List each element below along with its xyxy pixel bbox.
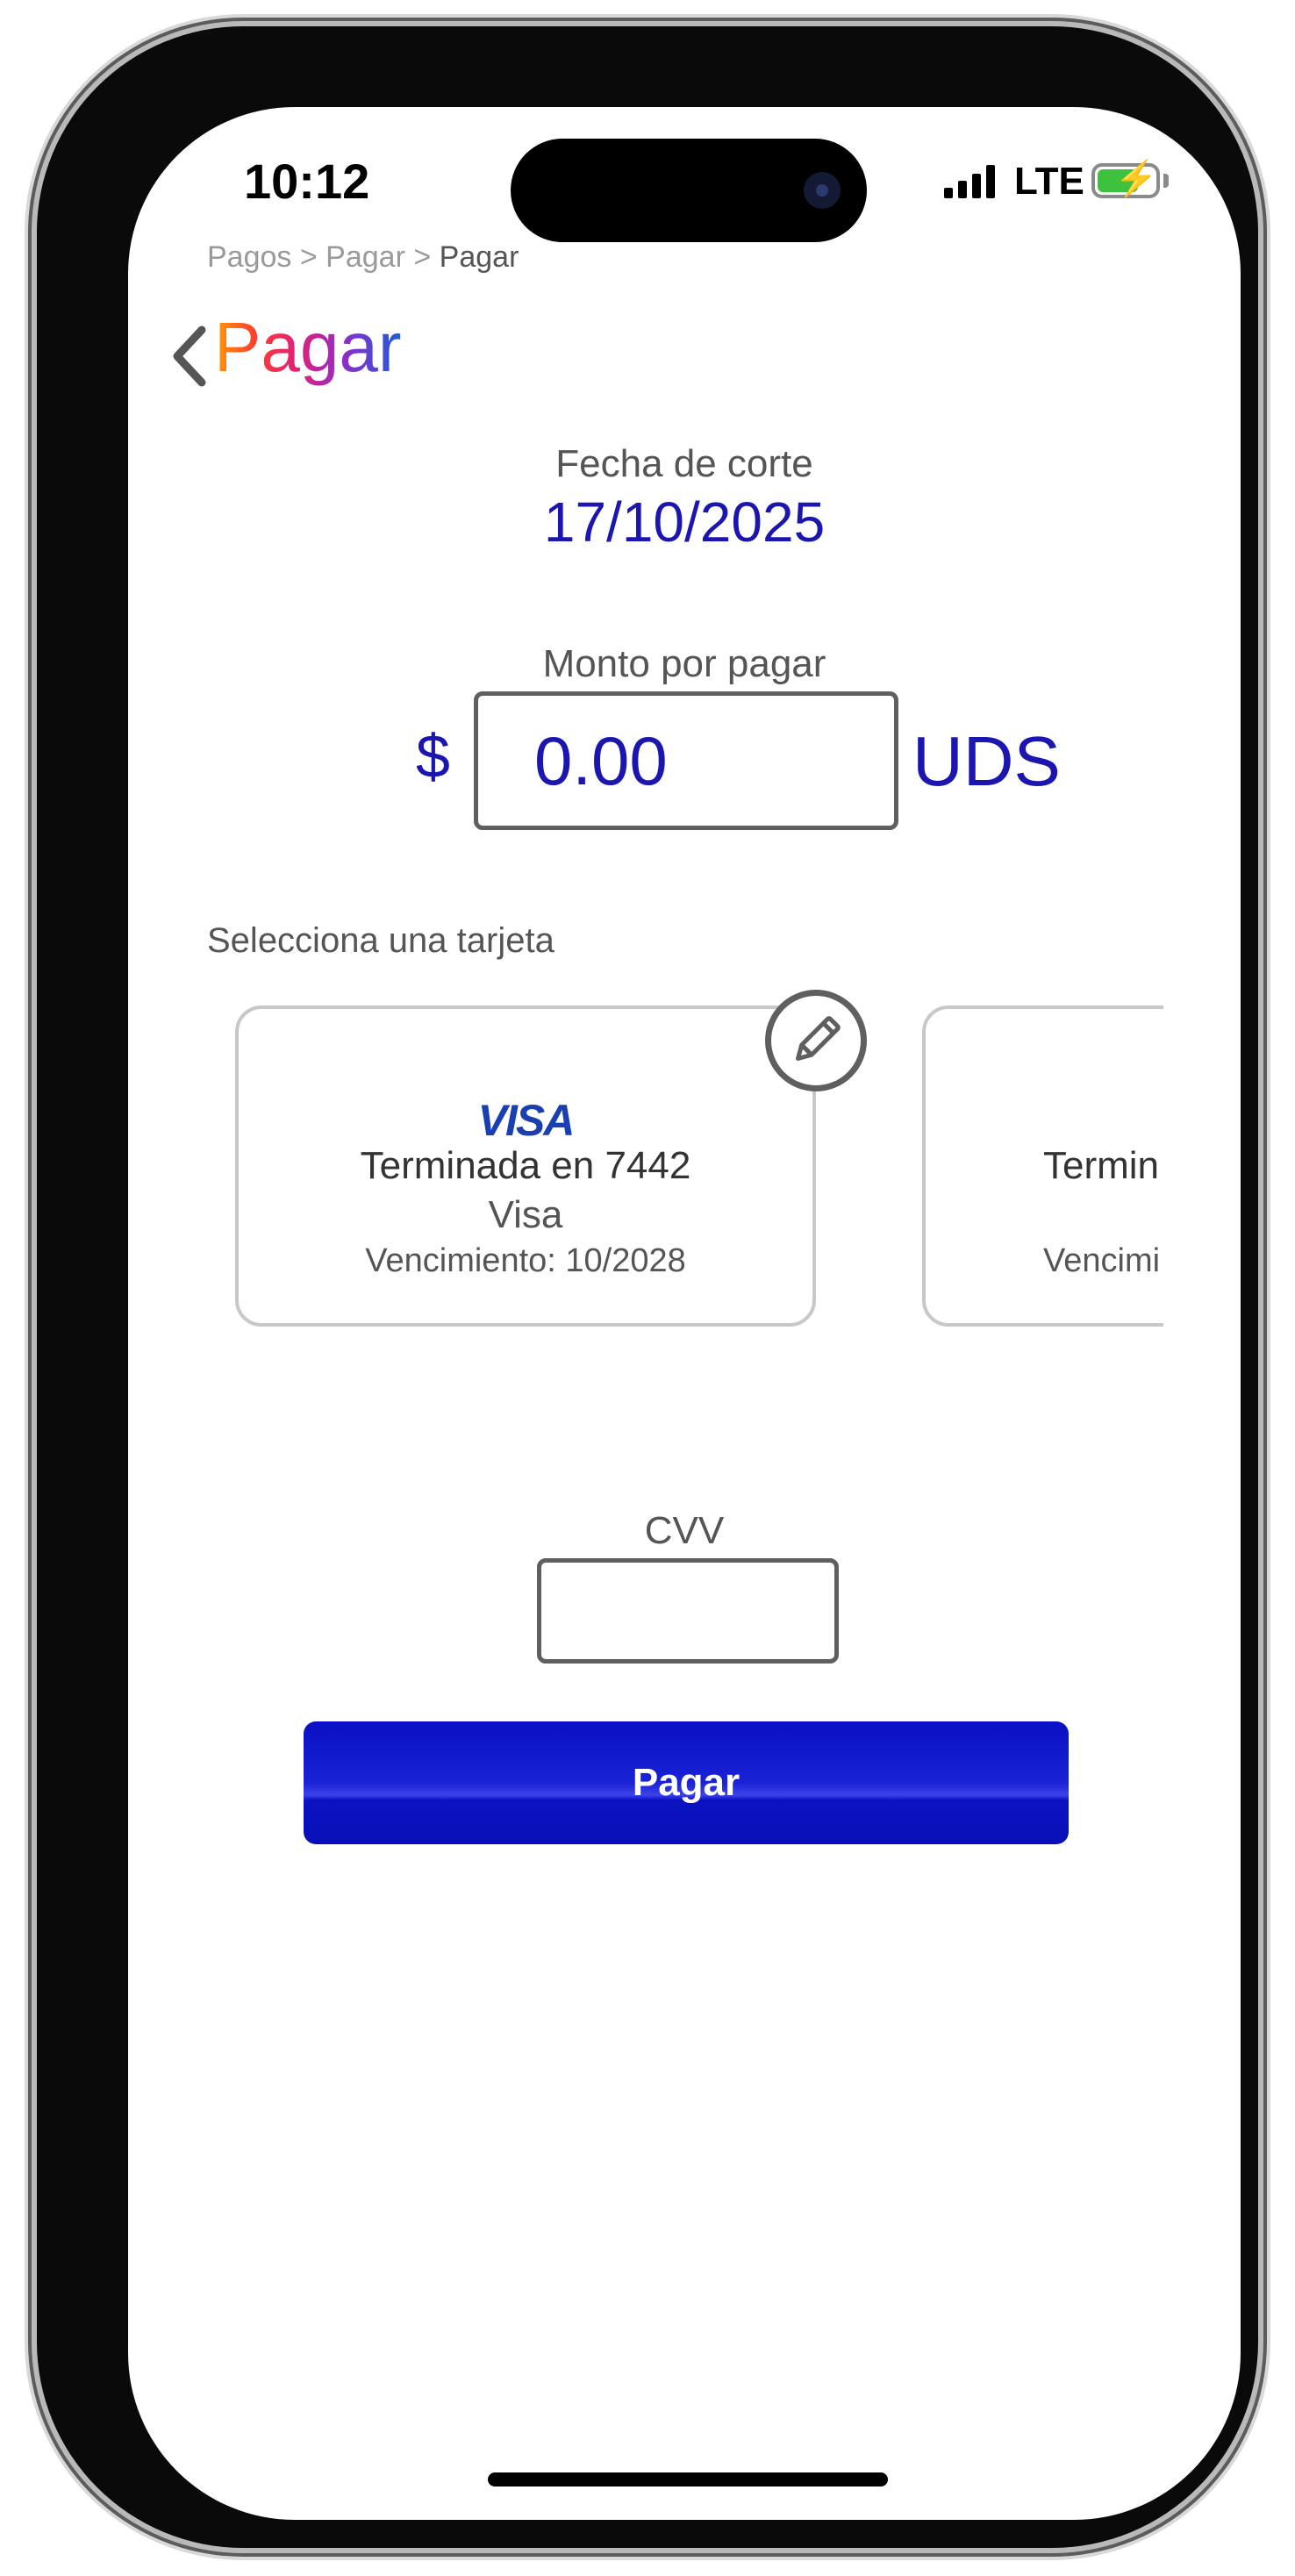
card-carousel[interactable]: VISA Terminada en 7442 Visa Vencimiento:…: [128, 1005, 1163, 1339]
card-type: Visa: [488, 1193, 563, 1236]
status-bar: 10:12 LTE ⚡: [128, 107, 1241, 256]
card-item[interactable]: Termin Vencimi: [922, 1005, 1163, 1327]
action-button: [26, 505, 35, 593]
cvv-label: CVV: [644, 1509, 725, 1552]
card-expiry: Vencimiento: 10/2028: [365, 1242, 686, 1279]
home-indicator[interactable]: [488, 2472, 888, 2487]
currency-symbol: $: [416, 722, 450, 791]
amount-input[interactable]: [474, 691, 898, 830]
card-item-selected[interactable]: VISA Terminada en 7442 Visa Vencimiento:…: [235, 1005, 816, 1327]
breadcrumb-separator: >: [413, 240, 432, 274]
phone-frame: 10:12 LTE ⚡ Pagos > Pagar > Pagar Pagar: [37, 26, 1258, 2548]
status-time: 10:12: [244, 154, 370, 209]
page-title: Pagar: [214, 305, 401, 390]
charging-bolt-icon: ⚡: [1114, 160, 1158, 198]
card-ending: Termin: [1043, 1144, 1160, 1187]
battery-tip: [1163, 174, 1169, 188]
amount-label: Monto por pagar: [542, 642, 826, 685]
volume-up-button: [26, 670, 35, 842]
pencil-icon: [795, 1016, 841, 1062]
network-type: LTE: [1014, 160, 1084, 203]
signal-icon: [944, 165, 995, 198]
cvv-input[interactable]: [537, 1558, 839, 1664]
card-expiry: Vencimi: [1043, 1242, 1161, 1279]
battery-icon: ⚡: [1091, 160, 1160, 198]
visa-logo: VISA: [477, 1096, 576, 1145]
pay-button[interactable]: Pagar: [304, 1721, 1069, 1844]
phone-screen: 10:12 LTE ⚡ Pagos > Pagar > Pagar Pagar: [128, 107, 1241, 2520]
power-button: [1260, 730, 1269, 1004]
edit-card-button[interactable]: [765, 990, 867, 1091]
breadcrumb-current: Pagar: [439, 240, 519, 274]
breadcrumb-item-pagos[interactable]: Pagos: [207, 240, 291, 274]
card-ending: Terminada en 7442: [360, 1144, 691, 1187]
cut-date-value: 17/10/2025: [543, 490, 826, 554]
cut-date-label: Fecha de corte: [555, 442, 813, 485]
volume-down-button: [26, 890, 35, 1062]
breadcrumb-separator: >: [299, 240, 318, 274]
breadcrumb-item-pagar[interactable]: Pagar: [326, 240, 405, 274]
chevron-left-icon[interactable]: [167, 321, 219, 391]
amount-unit: UDS: [912, 722, 1061, 800]
camera-icon: [804, 172, 841, 209]
select-card-label: Selecciona una tarjeta: [207, 921, 554, 960]
breadcrumb: Pagos > Pagar > Pagar: [207, 240, 519, 275]
dynamic-island: [511, 139, 867, 242]
